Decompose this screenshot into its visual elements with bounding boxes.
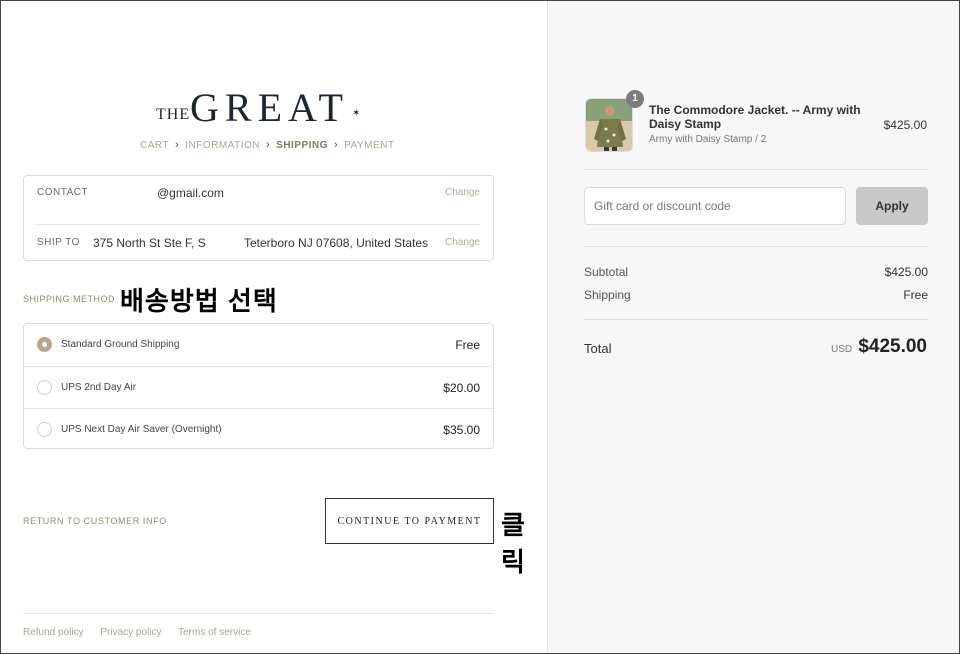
breadcrumb-information[interactable]: INFORMATION: [185, 140, 260, 151]
product-variant: Army with Daisy Stamp / 2: [649, 134, 767, 145]
shipping-method-list: Standard Ground Shipping Free UPS 2nd Da…: [23, 323, 494, 449]
shipping-option-2nd-day[interactable]: UPS 2nd Day Air $20.00: [24, 366, 493, 408]
shipping-option-price: $20.00: [443, 381, 480, 395]
shipping-method-heading: SHIPPING METHOD: [23, 294, 116, 304]
order-summary: 1 The Commodore Jacket. -- Army with Dai…: [547, 1, 959, 653]
breadcrumb-payment: PAYMENT: [344, 140, 395, 151]
subtotal-row: Subtotal $425.00: [584, 265, 928, 279]
shipping-option-name: Standard Ground Shipping: [61, 339, 180, 350]
terms-of-service-link[interactable]: Terms of service: [178, 627, 251, 638]
shipping-value: Free: [903, 288, 928, 302]
contact-label: CONTACT: [37, 187, 89, 198]
divider: [584, 319, 928, 320]
shipping-option-standard[interactable]: Standard Ground Shipping Free: [24, 324, 493, 366]
breadcrumb: CART › INFORMATION › SHIPPING › PAYMENT: [140, 139, 394, 151]
ship-to-street: 375 North St Ste F, S: [93, 236, 206, 250]
quantity-badge: 1: [626, 90, 644, 108]
apply-discount-button[interactable]: Apply: [856, 187, 928, 225]
ship-to-city: Teterboro NJ 07608, United States: [244, 236, 429, 250]
shipping-row: Shipping Free: [584, 288, 928, 302]
subtotal-value: $425.00: [884, 265, 928, 279]
total-currency: USD: [831, 344, 853, 355]
logo-star-icon: ✶: [352, 108, 361, 119]
continue-to-payment-button[interactable]: CONTINUE TO PAYMENT: [325, 498, 494, 544]
annotation-select-shipping: 배송방법 선택: [120, 286, 278, 316]
product-image: [585, 98, 633, 152]
divider: [37, 224, 480, 225]
subtotal-label: Subtotal: [584, 265, 629, 279]
footer-links: Refund policy Privacy policy Terms of se…: [23, 627, 265, 638]
brand-logo[interactable]: THE GREAT ✶: [156, 85, 366, 130]
breadcrumb-cart[interactable]: CART: [140, 140, 169, 151]
shipping-option-name: UPS 2nd Day Air: [61, 382, 137, 393]
discount-code-input[interactable]: [584, 187, 846, 225]
divider: [584, 169, 928, 170]
radio-selected[interactable]: [37, 337, 52, 352]
contact-value: @gmail.com: [157, 186, 224, 200]
chevron-right-icon: ›: [265, 139, 271, 151]
ship-to-change-link[interactable]: Change: [445, 237, 480, 248]
shipping-option-price: Free: [455, 338, 480, 352]
radio-unselected[interactable]: [37, 380, 52, 395]
ship-to-label: SHIP TO: [37, 237, 80, 248]
refund-policy-link[interactable]: Refund policy: [23, 627, 84, 638]
radio-unselected[interactable]: [37, 422, 52, 437]
review-block: CONTACT @gmail.com Change SHIP TO 375 No…: [23, 175, 494, 261]
return-to-customer-info-link[interactable]: RETURN TO CUSTOMER INFO: [23, 516, 167, 526]
logo-prefix: THE: [156, 106, 191, 123]
logo-name: GREAT: [190, 85, 349, 130]
shipping-option-name: UPS Next Day Air Saver (Overnight): [61, 424, 222, 435]
shipping-option-next-day[interactable]: UPS Next Day Air Saver (Overnight) $35.0…: [24, 408, 493, 450]
divider: [584, 246, 928, 247]
chevron-right-icon: ›: [175, 139, 180, 151]
shipping-label: Shipping: [584, 288, 631, 302]
privacy-policy-link[interactable]: Privacy policy: [100, 627, 161, 638]
chevron-right-icon: ›: [333, 139, 339, 151]
product-price: $425.00: [883, 118, 927, 132]
total-label: Total: [584, 341, 612, 356]
total-amount: $425.00: [858, 336, 927, 357]
footer-divider: [23, 613, 494, 614]
shipping-option-price: $35.00: [443, 423, 480, 437]
product-title: The Commodore Jacket. -- Army with Daisy…: [649, 103, 861, 131]
checkout-main: THE GREAT ✶ CART › INFORMATION › SHIPPING › PA…: [1, 1, 547, 653]
jacket-photo-icon: [586, 99, 632, 151]
annotation-click: 클릭: [501, 510, 525, 577]
contact-change-link[interactable]: Change: [445, 187, 480, 198]
breadcrumb-shipping: SHIPPING: [276, 140, 328, 151]
